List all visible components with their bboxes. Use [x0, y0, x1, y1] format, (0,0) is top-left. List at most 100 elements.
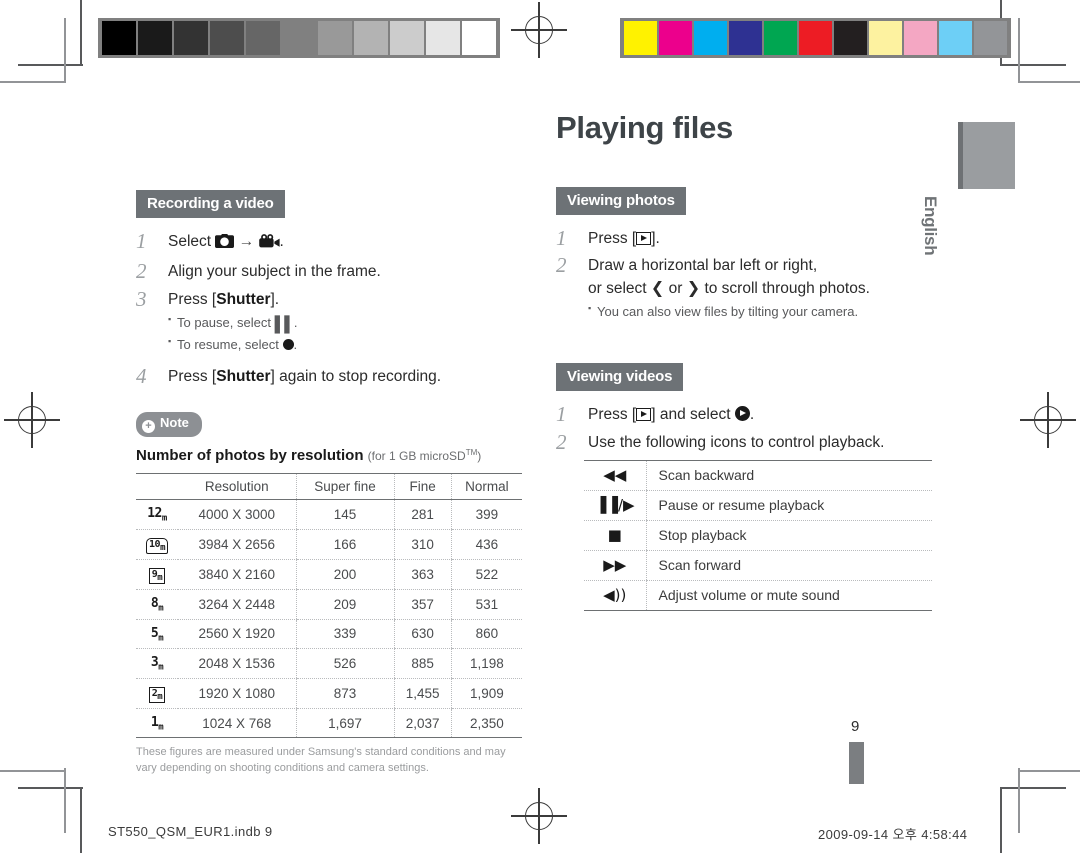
step-1-press-and-select-play: 1 Press [] and select . — [556, 402, 916, 426]
step-text-line2-end: to scroll through photos. — [704, 279, 870, 297]
note-badge: + Note — [136, 412, 202, 438]
step-text: Press [ — [168, 367, 217, 385]
gray-swatch — [390, 21, 424, 55]
step-3-bullets: To pause, select ▌▌. To resume, select . — [168, 313, 526, 355]
playback-controls-table: ◀◀ Scan backward ▐▐/▶ Pause or resume playb… — [584, 460, 932, 612]
arrow-right-icon: → — [238, 233, 255, 250]
footer-timestamp: 2009-09-14 오후 4:58:44 — [818, 827, 968, 842]
super-fine-count: 166 — [295, 529, 395, 560]
gray-swatch — [102, 21, 136, 55]
normal-count: 2,350 — [450, 708, 522, 739]
gray-swatch — [318, 21, 352, 55]
resolution-size-icon: 5m — [136, 619, 178, 650]
step-text-mid: ] and select — [651, 406, 731, 424]
step-text: Press [ — [588, 230, 637, 247]
playback-control-label: Scan forward — [645, 550, 932, 582]
note-title: Number of photos by resolution (for 1 GB… — [136, 447, 526, 464]
bullet-resume: To resume, select . — [168, 335, 526, 355]
page-marker-bar — [849, 742, 864, 784]
gray-swatch — [426, 21, 460, 55]
pause-icon: ▌▌ — [274, 316, 295, 334]
language-tab-block — [958, 122, 1015, 189]
playback-controls-body: ◀◀ Scan backward ▐▐/▶ Pause or resume playb… — [584, 460, 932, 612]
resolution-size-icon: 10m — [136, 529, 178, 560]
step-text-or: or — [668, 279, 683, 297]
stop-icon: ■ — [584, 520, 646, 552]
gray-swatch — [138, 21, 172, 55]
table-row: 8m 3264 X 2448 209 357 531 — [136, 589, 522, 620]
resolution-size-icon: 8m — [136, 589, 178, 620]
table-row: ▐▐/▶ Pause or resume playback — [584, 490, 932, 522]
super-fine-count: 1,697 — [295, 708, 395, 739]
step-2-use-icons: 2 Use the following icons to control pla… — [556, 430, 916, 454]
fine-count: 885 — [393, 648, 452, 679]
table-row: ■ Stop playback — [584, 520, 932, 552]
step-text-end: ]. — [651, 230, 660, 247]
step-text: Use the following icons to control playb… — [588, 433, 885, 451]
color-swatch — [799, 21, 832, 55]
table-row: 1m 1024 X 768 1,697 2,037 2,350 — [136, 708, 522, 739]
step-2-align: 2 Align your subject in the frame. — [136, 259, 526, 283]
step-text-end: . — [279, 233, 284, 250]
table-row: ▶▶ Scan forward — [584, 550, 932, 582]
color-swatch — [694, 21, 727, 55]
color-swatch — [869, 21, 902, 55]
step-number: 2 — [556, 429, 567, 454]
color-swatch — [764, 21, 797, 55]
col-header-resolution: Resolution — [178, 473, 296, 501]
color-calibration-strip — [620, 18, 1011, 58]
gray-swatch — [282, 21, 316, 55]
step-text-end: ]. — [270, 290, 280, 308]
resolution-value: 3984 X 2656 — [178, 529, 296, 560]
table-row: 5m 2560 X 1920 339 630 860 — [136, 619, 522, 650]
gray-swatch — [210, 21, 244, 55]
playback-control-label: Scan backward — [645, 460, 932, 492]
note-subtitle: (for 1 GB microSDTM) — [367, 448, 482, 464]
resolution-value: 4000 X 3000 — [178, 499, 296, 530]
super-fine-count: 526 — [295, 648, 395, 679]
col-header-super-fine: Super fine — [295, 473, 395, 501]
resolution-value: 2560 X 1920 — [178, 619, 296, 650]
step-4-stop-recording: 4 Press [Shutter] again to stop recordin… — [136, 364, 526, 388]
viewing-photos-steps: 1 Press []. 2 Draw a horizontal bar left… — [556, 226, 916, 322]
plus-icon: + — [142, 420, 155, 434]
super-fine-count: 339 — [295, 619, 395, 650]
registration-mark-bottom — [511, 788, 567, 844]
resolution-value: 1920 X 1080 — [178, 678, 296, 709]
fine-count: 281 — [393, 499, 452, 530]
step-text: Press [ — [168, 290, 217, 308]
grayscale-calibration-strip — [98, 18, 500, 58]
super-fine-count: 145 — [295, 499, 395, 530]
table-row: 12m 4000 X 3000 145 281 399 — [136, 499, 522, 530]
step-number: 1 — [556, 226, 567, 250]
registration-mark-left — [4, 392, 60, 448]
step-2-bullets: You can also view files by tilting your … — [588, 302, 916, 322]
pause-resume-icon: ▐▐/▶ — [584, 490, 646, 522]
step-number: 1 — [136, 229, 147, 253]
right-column: Playing files Viewing photos 1 Press [].… — [556, 112, 932, 612]
step-text-end: . — [749, 406, 755, 424]
gray-swatch — [462, 21, 496, 55]
resolution-size-icon: 2m — [136, 678, 178, 709]
gray-swatch — [174, 21, 208, 55]
playback-key-icon — [636, 232, 652, 245]
section-heading-recording-a-video: Recording a video — [136, 190, 285, 218]
note-title-text: Number of photos by resolution — [136, 447, 364, 465]
left-column: Recording a video 1 Select → . 2 Align y… — [136, 190, 526, 777]
normal-count: 1,909 — [450, 678, 522, 709]
step-number: 2 — [136, 259, 147, 284]
shutter-key-label: Shutter — [216, 290, 271, 308]
bullet-text-end: . — [293, 337, 298, 353]
playback-control-label: Adjust volume or mute sound — [645, 580, 932, 612]
fine-count: 630 — [393, 619, 452, 650]
volume-icon: ◀)) — [584, 580, 646, 612]
normal-count: 1,198 — [450, 648, 522, 679]
resolution-value: 3264 X 2448 — [178, 589, 296, 620]
bullet-tilt: You can also view files by tilting your … — [588, 302, 916, 322]
color-swatch — [904, 21, 937, 55]
play-circle-icon — [734, 406, 750, 422]
step-text: Press [ — [588, 406, 637, 424]
normal-count: 522 — [450, 559, 522, 590]
resolution-table: Resolution Super fine Fine Normal 12m 400… — [136, 473, 522, 739]
normal-count: 531 — [450, 589, 522, 620]
